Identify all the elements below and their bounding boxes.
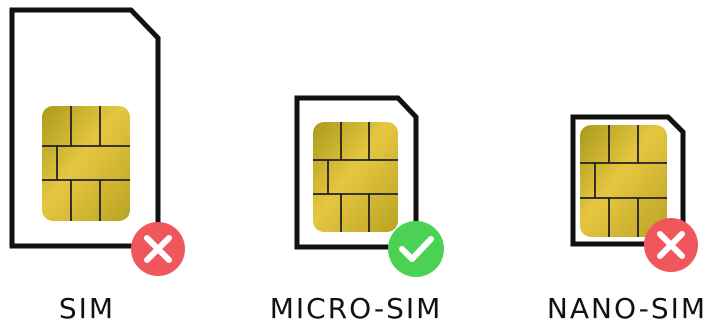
cross-icon [644, 218, 698, 272]
check-icon [388, 221, 444, 277]
nano-sim-chip [580, 125, 667, 237]
sim-card-comparison: SIM MICRO-SIM NANO-SIM [0, 0, 716, 329]
sim-label: SIM [58, 292, 116, 325]
micro-sim-chip [313, 122, 398, 232]
nano-sim-card [570, 114, 698, 272]
sim-cards-illustration [9, 7, 698, 277]
nano-sim-label: NANO-SIM [546, 292, 708, 325]
sim-chip [42, 106, 130, 221]
micro-sim-card [294, 95, 444, 277]
cross-icon [131, 222, 185, 276]
micro-sim-label: MICRO-SIM [269, 292, 443, 325]
sim-card [9, 7, 185, 276]
